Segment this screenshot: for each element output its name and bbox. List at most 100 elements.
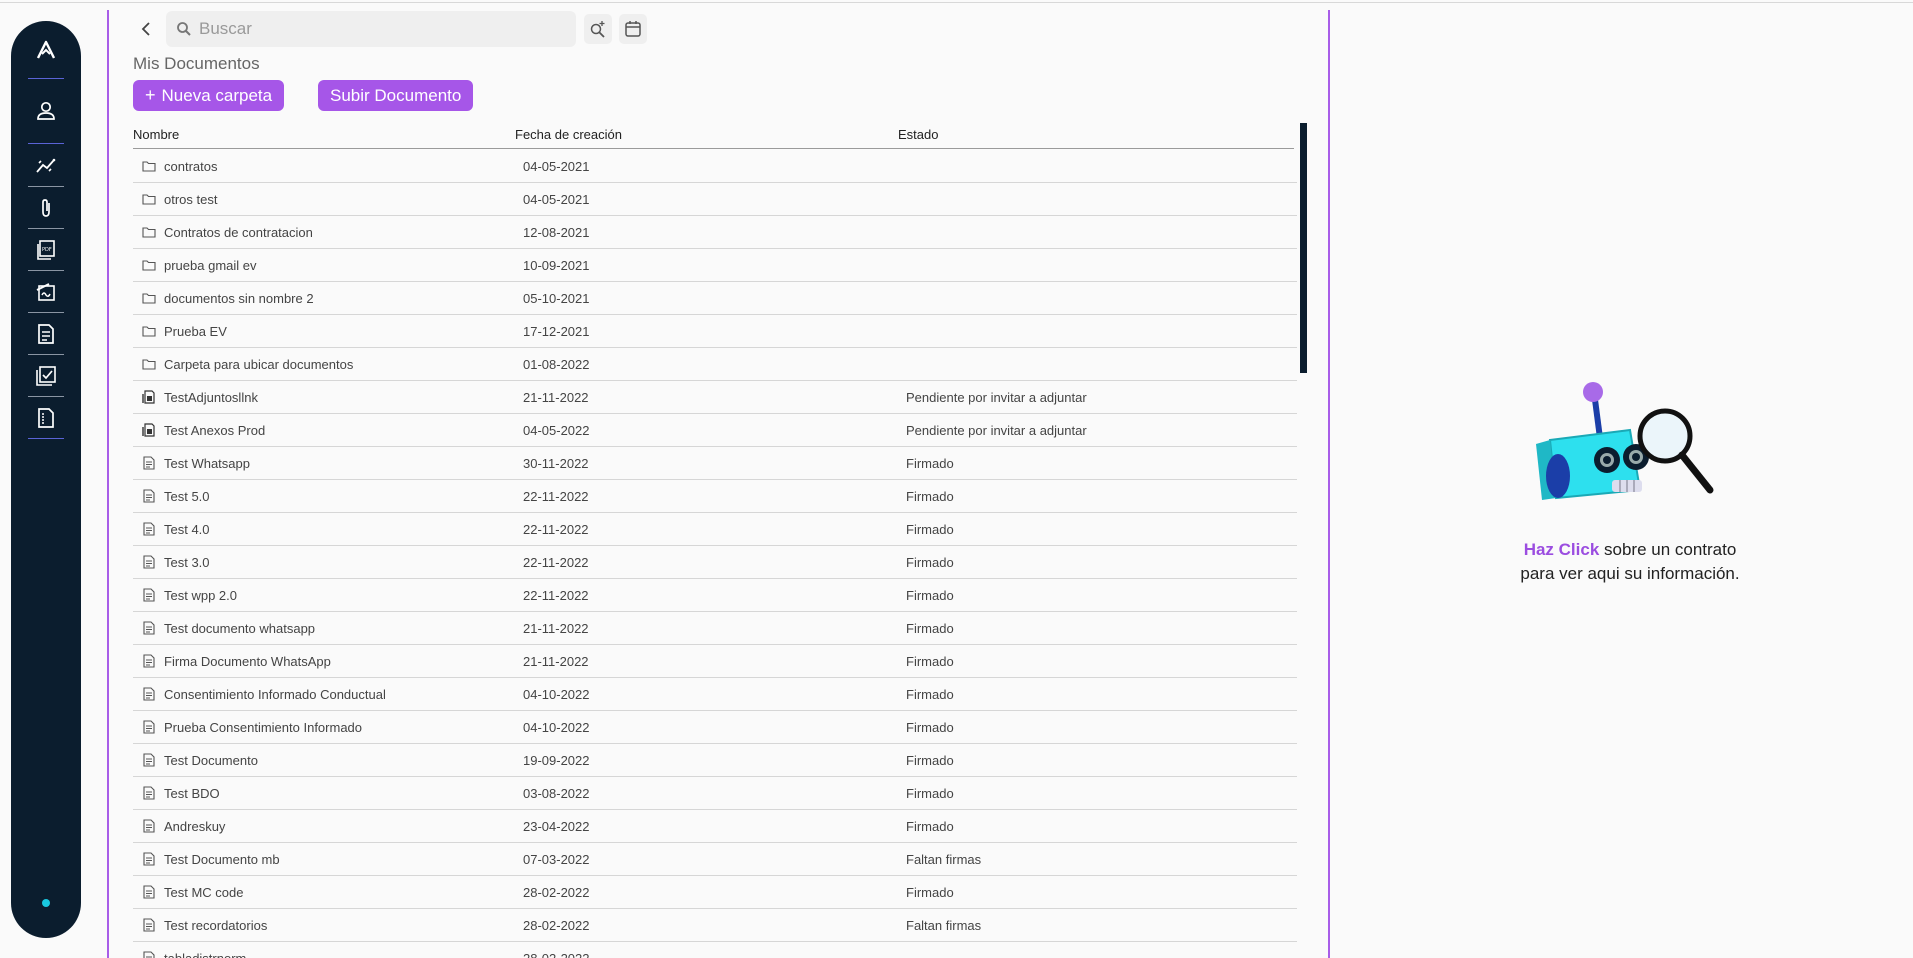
row-name: Test BDO bbox=[164, 786, 220, 801]
table-row[interactable]: Test wpp 2.0 22-11-2022 Firmado bbox=[133, 579, 1297, 612]
back-button[interactable] bbox=[136, 18, 156, 40]
row-state: Pendiente por invitar a adjuntar bbox=[906, 423, 1087, 438]
row-date: 21-11-2022 bbox=[523, 621, 589, 636]
row-state: Firmado bbox=[906, 885, 954, 900]
empty-state-message: Haz Click sobre un contrato para ver aqu… bbox=[1500, 538, 1760, 586]
user-icon[interactable] bbox=[35, 100, 57, 122]
row-date: 28-02-2022 bbox=[523, 918, 590, 933]
document-icon bbox=[142, 522, 156, 536]
row-date: 04-05-2022 bbox=[523, 423, 590, 438]
table-row[interactable]: Firma Documento WhatsApp 21-11-2022 Firmad… bbox=[133, 645, 1297, 678]
row-name: prueba gmail ev bbox=[164, 258, 257, 273]
table-row[interactable]: Test Documento mb 07-03-2022 Faltan firmas bbox=[133, 843, 1297, 876]
table-row[interactable]: Test BDO 03-08-2022 Firmado bbox=[133, 777, 1297, 810]
row-date: 22-11-2022 bbox=[523, 522, 589, 537]
table-scrollbar[interactable] bbox=[1300, 123, 1307, 373]
table-row[interactable]: Test Whatsapp 30-11-2022 Firmado bbox=[133, 447, 1297, 480]
row-name: Test Documento bbox=[164, 753, 258, 768]
row-date: 30-11-2022 bbox=[523, 456, 589, 471]
document-icon bbox=[142, 885, 156, 899]
chart-icon[interactable] bbox=[35, 155, 57, 177]
sidebar-divider bbox=[28, 354, 64, 355]
document-icon bbox=[142, 852, 156, 866]
row-name: Carpeta para ubicar documentos bbox=[164, 357, 354, 372]
table-row[interactable]: Test 3.0 22-11-2022 Firmado bbox=[133, 546, 1297, 579]
table-row[interactable]: Test Anexos Prod 04-05-2022 Pendiente por … bbox=[133, 414, 1297, 447]
top-divider bbox=[0, 2, 1913, 3]
column-header-name[interactable]: Nombre bbox=[133, 127, 179, 142]
table-row[interactable]: TestAdjuntosllnk 21-11-2022 Pendiente por … bbox=[133, 381, 1297, 414]
folder-icon bbox=[142, 225, 156, 239]
row-name: contratos bbox=[164, 159, 218, 174]
upload-document-button[interactable]: Subir Documento bbox=[318, 80, 474, 111]
sign-icon[interactable] bbox=[35, 281, 57, 303]
table-row[interactable]: Prueba Consentimiento Informado 04-10-202… bbox=[133, 711, 1297, 744]
row-date: 28-02-2022 bbox=[523, 885, 590, 900]
row-name: Test Documento mb bbox=[164, 852, 280, 867]
new-folder-button[interactable]: + Nueva carpeta bbox=[133, 80, 285, 111]
documents-table: contratos 04-05-2021 otros test 04-05-2021 C… bbox=[133, 150, 1297, 958]
row-state: Firmado bbox=[906, 654, 954, 669]
table-row[interactable]: Andreskuy 23-04-2022 Firmado bbox=[133, 810, 1297, 843]
row-date: 21-11-2022 bbox=[523, 390, 589, 405]
row-date: 17-12-2021 bbox=[523, 324, 590, 339]
column-header-date[interactable]: Fecha de creación bbox=[515, 127, 622, 142]
document-icon bbox=[142, 489, 156, 503]
empty-state-highlight: Haz Click bbox=[1523, 540, 1600, 559]
row-date: 04-05-2021 bbox=[523, 192, 590, 207]
table-row[interactable]: Test Documento 19-09-2022 Firmado bbox=[133, 744, 1297, 777]
row-state: Firmado bbox=[906, 819, 954, 834]
table-row[interactable]: Prueba EV 17-12-2021 bbox=[133, 315, 1297, 348]
table-row[interactable]: Test 4.0 22-11-2022 Firmado bbox=[133, 513, 1297, 546]
document-icon bbox=[142, 819, 156, 833]
row-name: Test 3.0 bbox=[164, 555, 210, 570]
search-box bbox=[166, 11, 576, 47]
paperclip-icon[interactable] bbox=[35, 197, 57, 219]
advanced-search-button[interactable] bbox=[584, 14, 612, 44]
document-icon bbox=[142, 720, 156, 734]
table-row[interactable]: otros test 04-05-2021 bbox=[133, 183, 1297, 216]
row-name: Consentimiento Informado Conductual bbox=[164, 687, 386, 702]
row-date: 01-08-2022 bbox=[523, 357, 590, 372]
row-state: Firmado bbox=[906, 555, 954, 570]
contract-info-empty-state: Haz Click sobre un contrato para ver aqu… bbox=[1500, 380, 1760, 600]
attachment-document-icon bbox=[142, 423, 156, 437]
document-icon[interactable] bbox=[35, 323, 57, 345]
folder-icon bbox=[142, 291, 156, 305]
sidebar-divider bbox=[28, 143, 64, 144]
table-row[interactable]: documentos sin nombre 2 05-10-2021 bbox=[133, 282, 1297, 315]
document-icon bbox=[142, 588, 156, 602]
table-row[interactable]: Test recordatorios 28-02-2022 Faltan firma… bbox=[133, 909, 1297, 942]
row-name: otros test bbox=[164, 192, 218, 207]
pdf-icon[interactable]: PDF bbox=[35, 239, 57, 261]
table-row[interactable]: contratos 04-05-2021 bbox=[133, 150, 1297, 183]
table-row[interactable]: Contratos de contratacion 12-08-2021 bbox=[133, 216, 1297, 249]
app-logo-icon[interactable] bbox=[35, 39, 57, 61]
table-row[interactable]: Test documento whatsapp 21-11-2022 Firmado bbox=[133, 612, 1297, 645]
file-icon[interactable] bbox=[35, 407, 57, 429]
new-folder-label: Nueva carpeta bbox=[161, 86, 273, 105]
table-row[interactable]: prueba gmail ev 10-09-2021 bbox=[133, 249, 1297, 282]
sidebar-divider bbox=[28, 396, 64, 397]
table-row[interactable]: Test 5.0 22-11-2022 Firmado bbox=[133, 480, 1297, 513]
document-icon bbox=[142, 456, 156, 470]
row-name: Prueba EV bbox=[164, 324, 227, 339]
row-name: TestAdjuntosllnk bbox=[164, 390, 258, 405]
table-header: Nombre Fecha de creación Estado bbox=[133, 123, 1294, 149]
page-title: Mis Documentos bbox=[133, 54, 260, 73]
checklist-icon[interactable] bbox=[35, 365, 57, 387]
plus-icon: + bbox=[145, 85, 156, 105]
table-row[interactable]: Consentimiento Informado Conductual 04-10… bbox=[133, 678, 1297, 711]
table-row[interactable]: tabladistrnorm 28-02-2022 bbox=[133, 942, 1297, 958]
row-name: tabladistrnorm bbox=[164, 951, 246, 958]
search-input[interactable] bbox=[199, 15, 559, 43]
empty-state-text-line2: para ver aqui su información. bbox=[1520, 564, 1740, 583]
column-header-state[interactable]: Estado bbox=[898, 127, 938, 142]
sidebar-divider bbox=[28, 312, 64, 313]
status-dot bbox=[42, 899, 50, 907]
table-row[interactable]: Test MC code 28-02-2022 Firmado bbox=[133, 876, 1297, 909]
table-row[interactable]: Carpeta para ubicar documentos 01-08-2022 bbox=[133, 348, 1297, 381]
folder-icon bbox=[142, 258, 156, 272]
row-date: 04-05-2021 bbox=[523, 159, 590, 174]
date-filter-button[interactable] bbox=[619, 14, 647, 44]
